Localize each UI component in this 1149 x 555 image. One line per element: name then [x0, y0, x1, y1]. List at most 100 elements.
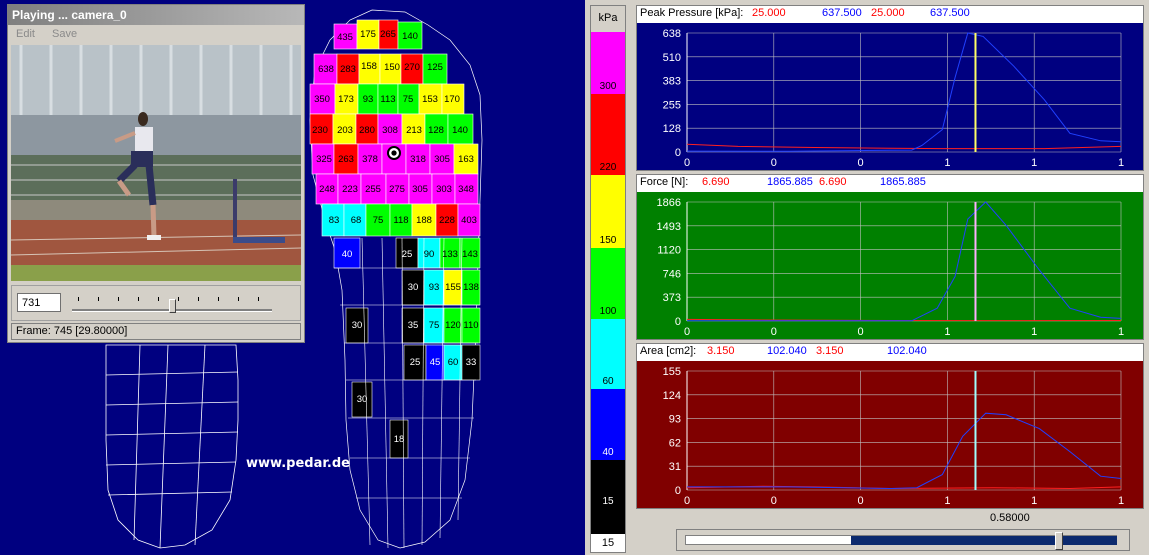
graph-header: Area [cm2]: 3.150 102.040 3.150 102.040 — [637, 344, 1143, 360]
x-tick-label: 1 — [1031, 157, 1037, 169]
svg-text:133: 133 — [442, 249, 458, 260]
svg-text:170: 170 — [444, 94, 460, 105]
graph-title: Force [N]: — [640, 176, 689, 188]
svg-text:118: 118 — [393, 215, 408, 226]
time-value: 0.58000 — [990, 512, 1030, 524]
graph-value: 637.500 — [822, 7, 862, 19]
graph-value: 3.150 — [816, 345, 844, 357]
svg-text:173: 173 — [338, 94, 354, 105]
svg-text:30: 30 — [352, 320, 363, 331]
x-tick-label: 0 — [684, 157, 690, 169]
svg-text:140: 140 — [452, 125, 468, 136]
y-tick-label: 510 — [663, 52, 681, 64]
svg-text:350: 350 — [314, 94, 330, 105]
svg-text:83: 83 — [329, 215, 340, 226]
colorbar-bottom-value: 15 — [591, 534, 625, 552]
svg-text:110: 110 — [463, 320, 478, 331]
svg-text:140: 140 — [402, 31, 418, 42]
left-insole-outline — [105, 344, 239, 549]
y-tick-label: 0 — [675, 316, 681, 328]
slider-tick — [138, 297, 139, 301]
svg-text:280: 280 — [359, 125, 375, 136]
x-tick-label: 0 — [771, 326, 777, 338]
svg-text:75: 75 — [429, 320, 440, 331]
colorbar-label: 15 — [602, 496, 614, 507]
y-tick-label: 93 — [669, 414, 681, 426]
svg-text:303: 303 — [436, 184, 452, 195]
svg-text:153: 153 — [422, 94, 438, 105]
menu-edit[interactable]: Edit — [16, 28, 35, 40]
y-tick-label: 373 — [663, 292, 681, 304]
time-slider-thumb[interactable] — [1055, 532, 1063, 550]
menu-save[interactable]: Save — [52, 28, 77, 40]
x-tick-label: 1 — [944, 495, 950, 507]
slider-tick — [118, 297, 119, 301]
colorbar-label: 220 — [599, 162, 617, 173]
graph-plot: 15512493623100 0 0 1 1 1 — [637, 361, 1143, 508]
slider-tick — [258, 297, 259, 301]
svg-text:435: 435 — [337, 32, 353, 43]
graph-value: 25.000 — [871, 7, 905, 19]
force-graph: Force [N]: 6.690 1865.885 6.690 1865.885 1866… — [636, 174, 1144, 340]
x-tick-label: 0 — [684, 326, 690, 338]
time-slider[interactable] — [676, 529, 1130, 551]
svg-text:275: 275 — [389, 184, 405, 195]
colorbar-label: 300 — [599, 81, 617, 92]
svg-text:203: 203 — [337, 125, 353, 136]
svg-text:40: 40 — [342, 249, 353, 260]
x-tick-label: 1 — [1118, 326, 1124, 338]
colorbar-label: 150 — [599, 235, 617, 246]
svg-text:163: 163 — [458, 154, 474, 165]
svg-text:188: 188 — [416, 215, 432, 226]
video-window[interactable]: Playing ... camera_0 Edit Save 731 Frame… — [7, 4, 305, 343]
video-frame — [11, 45, 301, 281]
x-tick-label: 0 — [858, 326, 864, 338]
slider-tick — [238, 297, 239, 301]
svg-text:318: 318 — [410, 154, 426, 165]
svg-text:18: 18 — [394, 434, 405, 445]
graph-plot: 18661493112074637300 0 0 1 1 1 — [637, 192, 1143, 339]
svg-text:60: 60 — [448, 357, 459, 368]
y-tick-label: 155 — [663, 366, 681, 378]
x-tick-label: 0 — [684, 495, 690, 507]
svg-text:90: 90 — [424, 249, 435, 260]
svg-text:175: 175 — [360, 29, 376, 40]
x-tick-label: 0 — [858, 495, 864, 507]
svg-text:230: 230 — [312, 125, 328, 136]
graph-header: Force [N]: 6.690 1865.885 6.690 1865.885 — [637, 175, 1143, 191]
video-slider-thumb[interactable] — [169, 299, 176, 313]
x-tick-label: 0 — [771, 495, 777, 507]
y-tick-label: 255 — [663, 99, 681, 111]
svg-text:155: 155 — [445, 282, 461, 293]
x-tick-label: 1 — [1118, 157, 1124, 169]
svg-text:158: 158 — [361, 61, 377, 72]
x-tick-label: 1 — [1031, 495, 1037, 507]
colorbar-label: 40 — [602, 447, 614, 458]
peak-pressure-graph: Peak Pressure [kPa]: 25.000 637.500 25.000 6… — [636, 5, 1144, 171]
svg-text:325: 325 — [316, 154, 332, 165]
svg-text:403: 403 — [461, 215, 477, 226]
svg-text:248: 248 — [319, 184, 335, 195]
svg-text:228: 228 — [439, 215, 455, 226]
svg-text:213: 213 — [406, 125, 422, 136]
y-tick-label: 1866 — [657, 197, 681, 209]
svg-text:113: 113 — [380, 94, 395, 105]
svg-text:143: 143 — [462, 249, 478, 260]
slider-tick — [78, 297, 79, 301]
graph-title: Peak Pressure [kPa]: — [640, 7, 744, 19]
svg-text:68: 68 — [351, 215, 362, 226]
graph-value: 102.040 — [887, 345, 927, 357]
svg-text:308: 308 — [382, 125, 398, 136]
svg-text:93: 93 — [363, 94, 374, 105]
slider-tick — [198, 297, 199, 301]
watermark-url: www.pedar.de — [246, 456, 350, 471]
svg-text:25: 25 — [402, 249, 413, 260]
y-tick-label: 383 — [663, 76, 681, 88]
svg-text:263: 263 — [338, 154, 354, 165]
svg-text:638: 638 — [318, 64, 334, 75]
frame-input[interactable]: 731 — [17, 293, 61, 312]
slider-tick — [158, 297, 159, 301]
graph-value: 6.690 — [819, 176, 847, 188]
svg-text:35: 35 — [408, 320, 419, 331]
time-slider-fill — [851, 536, 1117, 545]
